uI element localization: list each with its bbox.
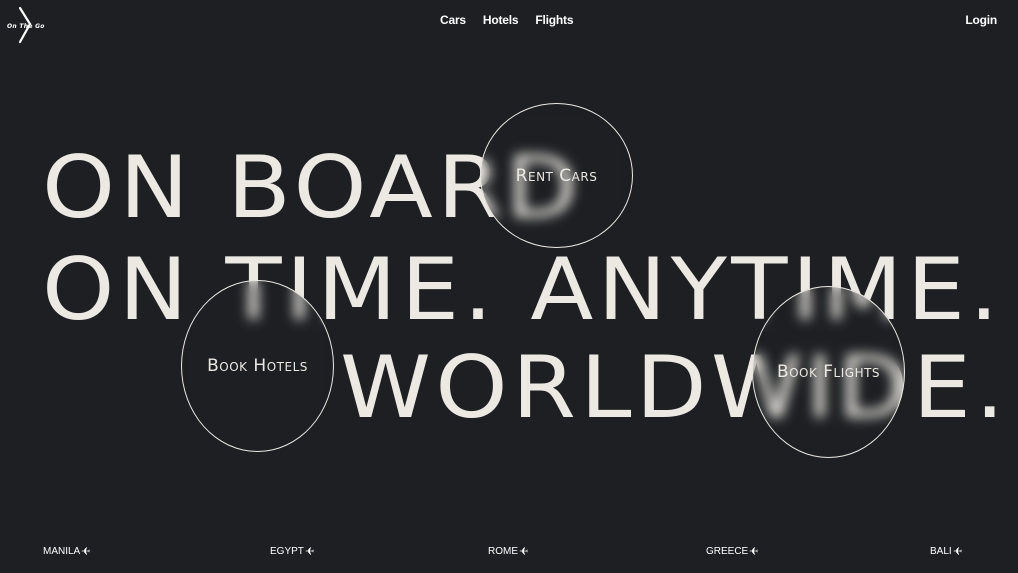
nav-cars[interactable]: Cars xyxy=(440,13,466,27)
nav-hotels[interactable]: Hotels xyxy=(483,13,519,27)
main-nav: Cars Hotels Flights xyxy=(440,13,574,27)
destination-rome[interactable]: ROME ✈ xyxy=(488,545,528,558)
hero-headline: ON BOARD ON TIME. ANYTIME. WORLDWIDE. xyxy=(0,0,1018,573)
destination-label: MANILA xyxy=(43,546,81,557)
airplane-icon: ✈ xyxy=(304,546,315,558)
destination-manila[interactable]: MANILA ✈ xyxy=(43,545,90,558)
destination-bali[interactable]: BALI ✈ xyxy=(930,545,962,558)
airplane-icon: ✈ xyxy=(952,546,962,558)
rent-cars-label: Rent Cars xyxy=(515,165,598,186)
destination-label: ROME xyxy=(488,546,518,557)
book-flights-button[interactable]: Book Flights xyxy=(752,286,905,458)
book-flights-label: Book Flights xyxy=(776,362,881,382)
rent-cars-button[interactable]: Rent Cars xyxy=(480,103,633,248)
book-hotels-button[interactable]: Book Hotels xyxy=(181,280,334,452)
destination-label: BALI xyxy=(930,546,952,557)
destination-greece[interactable]: GREECE ✈ xyxy=(706,545,758,558)
hero-line-3: WORLDWIDE. xyxy=(340,338,1009,438)
destination-label: EGYPT xyxy=(270,546,304,557)
airplane-icon: ✈ xyxy=(749,546,759,558)
book-hotels-label: Book Hotels xyxy=(207,356,308,376)
logo[interactable]: On The Go xyxy=(6,6,48,46)
login-link[interactable]: Login xyxy=(965,13,997,27)
destination-egypt[interactable]: EGYPT ✈ xyxy=(270,545,314,558)
logo-text: On The Go xyxy=(7,23,45,30)
nav-flights[interactable]: Flights xyxy=(535,13,573,27)
airplane-icon: ✈ xyxy=(519,546,529,558)
destination-label: GREECE xyxy=(706,546,749,557)
airplane-icon: ✈ xyxy=(81,546,91,558)
